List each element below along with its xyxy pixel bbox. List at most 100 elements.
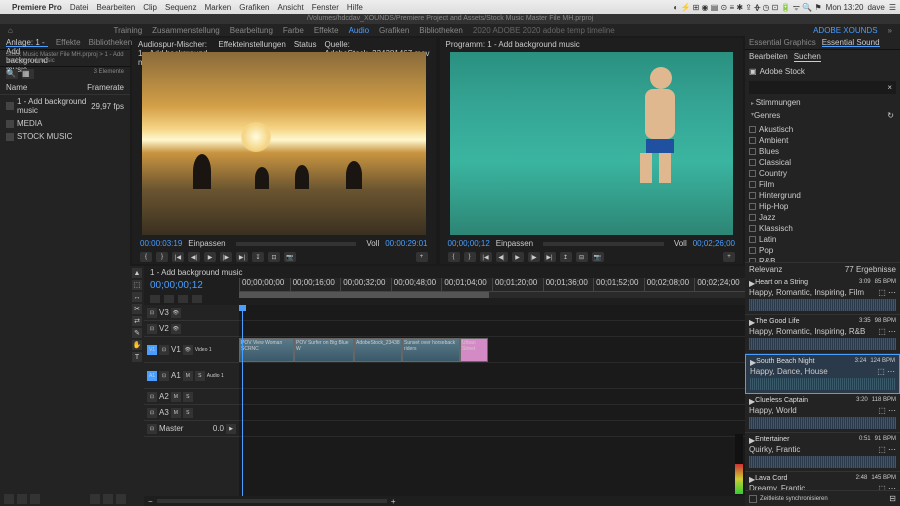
tab-effect-controls[interactable]: Effekteinstellungen [218, 40, 285, 48]
mood-klassisch[interactable]: Klassisch [749, 223, 896, 234]
step-back-icon[interactable]: ◀| [188, 252, 200, 262]
col-name[interactable]: Name [6, 83, 87, 92]
pen-tool-icon[interactable]: ✎ [132, 328, 142, 338]
track-content[interactable]: POV View Woman SCRNCPOV Surfer on Big Bl… [239, 305, 745, 496]
selection-tool-icon[interactable]: ▲ [132, 268, 142, 278]
ws-overflow-icon[interactable]: » [888, 26, 892, 35]
ws-effects[interactable]: Effekte [314, 26, 339, 35]
mood-classical[interactable]: Classical [749, 157, 896, 168]
ws-libraries[interactable]: Bibliotheken [419, 26, 463, 35]
waveform[interactable] [750, 378, 895, 390]
mood-jazz[interactable]: Jazz [749, 212, 896, 223]
checkbox-icon[interactable] [749, 170, 756, 177]
playhead[interactable] [242, 305, 243, 496]
mood-film[interactable]: Film [749, 179, 896, 190]
video-clip[interactable]: AdobeStock_23438 [354, 338, 402, 362]
home-icon[interactable]: ⌂ [8, 26, 13, 35]
menu-view[interactable]: Ansicht [278, 3, 304, 12]
music-track[interactable]: ▶ The Good Life3:3598 BPMHappy, Romantic… [745, 315, 900, 354]
mark-in-icon[interactable]: { [448, 252, 460, 262]
checkbox-icon[interactable] [749, 181, 756, 188]
bin-item-media[interactable]: MEDIA [0, 117, 130, 130]
checkbox-icon[interactable] [749, 148, 756, 155]
video-clip[interactable]: Sunset over horseback riders [402, 338, 460, 362]
bin-item-sequence[interactable]: 1 - Add background music29,97 fps [0, 95, 130, 117]
mood-latin[interactable]: Latin [749, 234, 896, 245]
checkbox-icon[interactable] [749, 137, 756, 144]
sort-dropdown[interactable]: Relevanz [749, 265, 782, 274]
spotlight-icon[interactable]: ☰ [889, 3, 896, 12]
ws-audio[interactable]: Audio [349, 26, 369, 35]
mood-hintergrund[interactable]: Hintergrund [749, 190, 896, 201]
waveform[interactable] [749, 338, 896, 350]
menu-markers[interactable]: Marken [205, 3, 232, 12]
ws-training[interactable]: Training [114, 26, 143, 35]
slip-tool-icon[interactable]: ⇄ [132, 316, 142, 326]
checkbox-icon[interactable] [749, 214, 756, 221]
program-tc-in[interactable]: 00;00;00;12 [448, 239, 490, 248]
track-select-icon[interactable]: ⬚ [132, 280, 142, 290]
sync-checkbox[interactable] [749, 495, 757, 503]
tab-source[interactable]: Quelle: AdobeStock_234381467.mov [325, 40, 430, 48]
program-vol[interactable]: Voll [674, 239, 687, 248]
program-fit[interactable]: Einpassen [496, 239, 533, 248]
tab-program[interactable]: Programm: 1 - Add background music [446, 40, 580, 48]
source-video[interactable] [142, 52, 426, 235]
mood-ambient[interactable]: Ambient [749, 135, 896, 146]
zoom-out-icon[interactable]: − [148, 497, 153, 506]
hand-tool-icon[interactable]: ✋ [132, 340, 142, 350]
tab-status[interactable]: Status [294, 40, 317, 48]
lift-icon[interactable]: ↥ [560, 252, 572, 262]
checkbox-icon[interactable] [749, 225, 756, 232]
stock-label[interactable]: Adobe Stock [760, 67, 805, 76]
download-icon[interactable]: ⬚ ⋯ [878, 445, 896, 454]
subtab-edit[interactable]: Bearbeiten [749, 52, 788, 62]
play-icon[interactable]: ▶ [204, 252, 216, 262]
bin-item-stock[interactable]: STOCK MUSIC [0, 130, 130, 143]
checkbox-icon[interactable] [749, 159, 756, 166]
ws-extra[interactable]: 2020 ADOBE 2020 adobe temp timeline [473, 26, 615, 35]
icon-view-icon[interactable] [17, 494, 27, 504]
step-back-icon[interactable]: ◀| [496, 252, 508, 262]
goto-out-icon[interactable]: ▶| [544, 252, 556, 262]
snap-icon[interactable] [150, 295, 160, 303]
sequence-tab[interactable]: 1 - Add background music [150, 268, 243, 277]
type-tool-icon[interactable]: T [132, 352, 142, 362]
linked-icon[interactable] [164, 295, 174, 303]
overwrite-icon[interactable]: ⊡ [268, 252, 280, 262]
menu-clip[interactable]: Clip [143, 3, 157, 12]
brand-link[interactable]: ADOBE XOUNDS [813, 26, 877, 35]
list-view-icon[interactable] [4, 494, 14, 504]
ws-assembly[interactable]: Zusammenstellung [152, 26, 220, 35]
freeform-icon[interactable] [30, 494, 40, 504]
mark-in-icon[interactable]: { [140, 252, 152, 262]
track-a3[interactable]: ⊡A3MS [144, 405, 239, 421]
timeline-ruler[interactable]: 00;00;00;0000;00;16;0000;00;32;0000;00;4… [239, 278, 745, 292]
goto-in-icon[interactable]: |◀ [480, 252, 492, 262]
username[interactable]: dave [867, 3, 884, 12]
video-clip[interactable]: Urban Street [460, 338, 488, 362]
project-breadcrumb[interactable]: Stock Music Master File MH.prproj > 1 - … [0, 50, 130, 67]
add-button-icon[interactable]: + [416, 252, 428, 262]
panel-menu-icon[interactable]: ⊟ [889, 494, 896, 503]
ws-color[interactable]: Farbe [283, 26, 304, 35]
new-item-icon[interactable] [103, 494, 113, 504]
menu-edit[interactable]: Bearbeiten [97, 3, 136, 12]
trash-icon[interactable] [116, 494, 126, 504]
source-tc-in[interactable]: 00:00:03:19 [140, 239, 182, 248]
waveform[interactable] [749, 456, 896, 468]
tab-project[interactable]: Anlage: 1 - Add background music [6, 38, 48, 47]
goto-out-icon[interactable]: ▶| [236, 252, 248, 262]
export-frame-icon[interactable]: 📷 [592, 252, 604, 262]
menu-sequence[interactable]: Sequenz [165, 3, 197, 12]
track-a2[interactable]: ⊡A2MS [144, 389, 239, 405]
download-icon[interactable]: ⬚ ⋯ [878, 406, 896, 415]
video-clip[interactable]: POV Surfer on Big Blue W [294, 338, 354, 362]
mark-out-icon[interactable]: } [464, 252, 476, 262]
track-a1[interactable]: A1⊡A1MSAudio 1 [144, 363, 239, 389]
insert-icon[interactable]: ↧ [252, 252, 264, 262]
mood-hip-hop[interactable]: Hip-Hop [749, 201, 896, 212]
search-input[interactable] [753, 85, 884, 91]
tab-effects[interactable]: Effekte [56, 38, 81, 47]
checkbox-icon[interactable] [749, 126, 756, 133]
